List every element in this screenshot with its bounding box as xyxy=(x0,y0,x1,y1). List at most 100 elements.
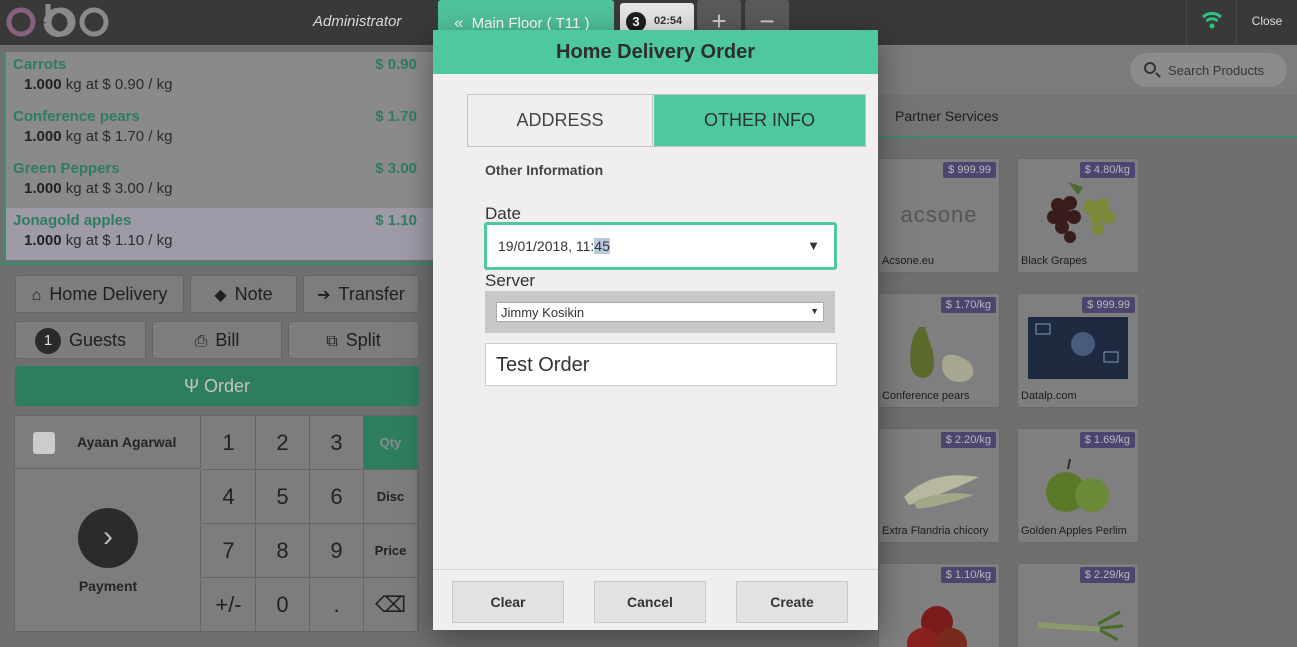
left-panel: Carrots $ 0.90 1.000 kg at $ 0.90 / kg C… xyxy=(0,45,436,647)
product-card[interactable]: $ 1.69/kg Golden Apples Perlim xyxy=(1017,428,1139,543)
numpad-key-4[interactable]: 4 xyxy=(202,470,256,524)
order-note-input[interactable]: Test Order xyxy=(485,343,837,386)
arrow-right-icon: ➔ xyxy=(317,287,331,304)
note-button[interactable]: ◆ Note xyxy=(190,275,297,313)
home-icon: ⌂ xyxy=(31,287,42,304)
orderline-info: 1.000 kg at $ 1.70 / kg xyxy=(24,128,173,145)
numpad-price-mode[interactable]: Price xyxy=(364,524,418,578)
numpad-key-9[interactable]: 9 xyxy=(310,524,364,578)
user-icon xyxy=(33,432,55,454)
product-card[interactable]: $ 2.20/kg Extra Flandria chicory xyxy=(878,428,1000,543)
numpad-key-5[interactable]: 5 xyxy=(256,470,310,524)
numpad-key-dot[interactable]: . xyxy=(310,578,364,632)
product-name: Acsone.eu xyxy=(882,255,934,267)
orderline[interactable]: Carrots $ 0.90 1.000 kg at $ 0.90 / kg xyxy=(6,52,433,104)
payment-button[interactable]: › Payment xyxy=(15,470,201,632)
orderline-product: Green Peppers xyxy=(13,160,120,177)
split-button[interactable]: ⧉ Split xyxy=(288,321,419,359)
price-tag: $ 1.69/kg xyxy=(1079,432,1135,448)
product-card[interactable]: $ 1.10/kg xyxy=(878,563,1000,647)
product-name: Golden Apples Perlim xyxy=(1021,525,1127,537)
orderline-product: Jonagold apples xyxy=(13,212,132,229)
orderline-price: $ 1.10 xyxy=(375,212,417,229)
modal-footer: Clear Cancel Create xyxy=(433,569,878,630)
chicory-image xyxy=(904,475,979,509)
orderline-info: 1.000 kg at $ 0.90 / kg xyxy=(24,76,173,93)
cancel-button[interactable]: Cancel xyxy=(594,581,706,623)
customer-button[interactable]: Ayaan Agarwal xyxy=(15,416,201,469)
numpad-key-6[interactable]: 6 xyxy=(310,470,364,524)
grapes-image xyxy=(1047,182,1115,243)
price-tag: $ 2.20/kg xyxy=(940,432,996,448)
divider xyxy=(0,262,436,265)
bill-button[interactable]: ⎙ Bill xyxy=(152,321,282,359)
backspace-icon[interactable]: ⌫ xyxy=(364,578,418,632)
server-select-wrapper: Jimmy Kosikin ▼ xyxy=(485,291,835,333)
numpad-qty-mode[interactable]: Qty xyxy=(364,416,418,470)
search-input[interactable]: Search Products xyxy=(1130,53,1287,87)
home-delivery-button[interactable]: ⌂ Home Delivery xyxy=(15,275,184,313)
odoo-logo xyxy=(6,4,109,37)
product-card[interactable]: $ 999.99 acsone Acsone.eu xyxy=(878,158,1000,273)
orderline[interactable]: Conference pears $ 1.70 1.000 kg at $ 1.… xyxy=(6,104,433,156)
datalp-image xyxy=(1028,317,1128,379)
order-button[interactable]: Ψ Order xyxy=(15,366,419,406)
tab-address[interactable]: ADDRESS xyxy=(468,95,653,146)
product-card[interactable]: $ 1.70/kg Conference pears xyxy=(878,293,1000,408)
numpad-key-0[interactable]: 0 xyxy=(256,578,310,632)
product-card[interactable]: $ 4.80/kg Black Grapes xyxy=(1017,158,1139,273)
server-label: Server xyxy=(485,271,536,290)
product-name: Conference pears xyxy=(882,390,970,402)
product-name: Black Grapes xyxy=(1021,255,1088,267)
apples-image xyxy=(1046,458,1109,512)
orderline-price: $ 3.00 xyxy=(375,160,417,177)
search-icon xyxy=(1144,62,1156,74)
dropdown-arrow-icon[interactable]: ▼ xyxy=(807,238,820,253)
wifi-status[interactable] xyxy=(1186,0,1236,45)
numpad-key-2[interactable]: 2 xyxy=(256,416,310,470)
pears-image xyxy=(910,327,974,382)
section-title: Other Information xyxy=(485,162,604,178)
home-delivery-modal: Home Delivery Order ADDRESS OTHER INFO O… xyxy=(433,30,878,630)
order-list: Carrots $ 0.90 1.000 kg at $ 0.90 / kg C… xyxy=(3,52,433,260)
cutlery-icon: Ψ xyxy=(183,376,199,396)
orderline-product: Carrots xyxy=(13,56,67,73)
numpad-key-sign[interactable]: +/- xyxy=(202,578,256,632)
orderline-price: $ 0.90 xyxy=(375,56,417,73)
orderline[interactable]: Green Peppers $ 3.00 1.000 kg at $ 3.00 … xyxy=(6,156,433,208)
orderline-info: 1.000 kg at $ 3.00 / kg xyxy=(24,180,173,197)
cashier-name[interactable]: Administrator xyxy=(313,13,401,30)
order-time: 02:54 xyxy=(654,15,683,27)
numpad-key-8[interactable]: 8 xyxy=(256,524,310,578)
copy-icon: ⧉ xyxy=(326,333,338,350)
clear-button[interactable]: Clear xyxy=(452,581,564,623)
price-tag: $ 999.99 xyxy=(943,162,996,178)
transfer-button[interactable]: ➔ Transfer xyxy=(303,275,419,313)
chevron-right-icon: › xyxy=(78,508,138,568)
product-name: Extra Flandria chicory xyxy=(882,525,989,537)
create-button[interactable]: Create xyxy=(736,581,848,623)
modal-title: Home Delivery Order xyxy=(433,30,878,74)
orderline-price: $ 1.70 xyxy=(375,108,417,125)
numpad-key-7[interactable]: 7 xyxy=(202,524,256,578)
product-card[interactable]: $ 2.29/kg xyxy=(1017,563,1139,647)
product-card[interactable]: $ 999.99 Datalp.com xyxy=(1017,293,1139,408)
orderline-info: 1.000 kg at $ 1.10 / kg xyxy=(24,232,173,249)
numpad-disc-mode[interactable]: Disc xyxy=(364,470,418,524)
modal-tabs: ADDRESS OTHER INFO xyxy=(467,94,866,147)
leek-image xyxy=(1038,610,1124,642)
date-input[interactable]: 19/01/2018, 11:45 ▼ xyxy=(484,222,837,270)
guests-button[interactable]: 1 Guests xyxy=(15,321,146,359)
category-partner-services[interactable]: Partner Services xyxy=(895,108,998,124)
guests-count: 1 xyxy=(34,328,61,354)
red-apples-image xyxy=(907,606,967,647)
numpad-key-3[interactable]: 3 xyxy=(310,416,364,470)
close-button[interactable]: Close xyxy=(1236,0,1297,45)
numpad-key-1[interactable]: 1 xyxy=(202,416,256,470)
tab-other-info[interactable]: OTHER INFO xyxy=(654,95,865,146)
orderline-selected[interactable]: Jonagold apples $ 1.10 1.000 kg at $ 1.1… xyxy=(6,208,433,260)
server-select[interactable]: Jimmy Kosikin ▼ xyxy=(496,302,824,322)
payment-label: Payment xyxy=(78,578,138,594)
price-tag: $ 1.70/kg xyxy=(940,297,996,313)
wifi-icon xyxy=(1201,11,1223,29)
